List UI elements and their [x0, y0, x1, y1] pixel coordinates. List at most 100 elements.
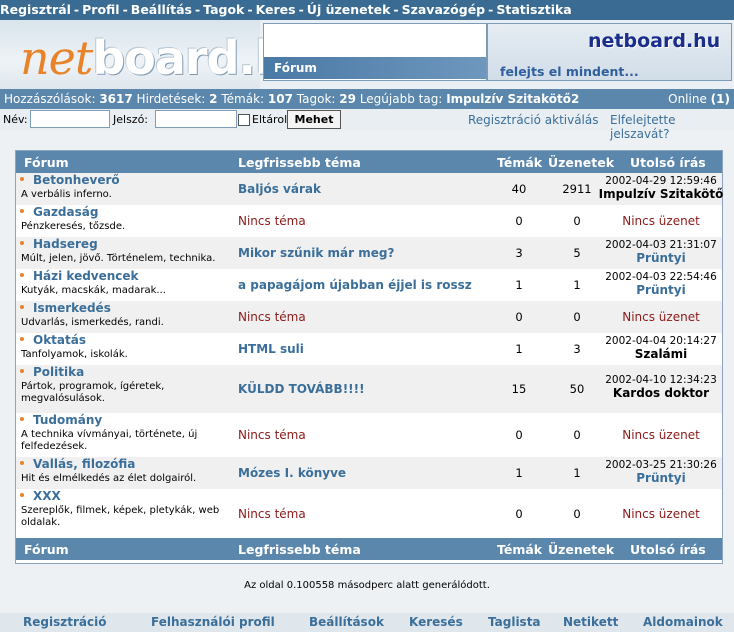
forum-name[interactable]: Házi kedvencek [33, 269, 139, 283]
no-message-text: Nincs üzenet [622, 310, 700, 324]
forum-description: Kutyák, macskák, madarak... [21, 285, 166, 296]
bullet-icon [20, 177, 24, 181]
forum-name[interactable]: Politika [33, 365, 84, 379]
bottom-nav-subdomains[interactable]: Aldomainok [643, 615, 723, 629]
password-input[interactable] [155, 110, 237, 128]
last-post-author[interactable]: Prüntyi [596, 251, 726, 265]
forum-description: Szereplők, filmek, képek, pletykák, web … [21, 505, 220, 528]
forum-description: Tanfolyamok, iskolák. [21, 349, 128, 360]
forum-description: Múlt, jelen, jövő. Történelem, technika. [21, 253, 216, 264]
forum-name[interactable]: Betonheverő [33, 173, 120, 187]
login-submit-button[interactable]: Mehet [287, 110, 341, 129]
last-post: 2002-04-03 21:31:07 Prüntyi [596, 239, 726, 265]
last-post-author[interactable]: Szalámi [596, 347, 726, 361]
last-post-author[interactable]: Prüntyi [596, 471, 726, 485]
header-messages: Üzenetek [548, 155, 615, 170]
last-post-author[interactable]: Prüntyi [596, 283, 726, 297]
header-forum: Fórum [24, 155, 69, 170]
logo-net: net [20, 31, 93, 85]
latest-topic[interactable]: a papagájom újabban éjjel is rossz [238, 278, 472, 292]
latest-topic: Nincs téma [238, 310, 306, 324]
bullet-icon [20, 305, 24, 309]
nav-new-messages[interactable]: Új üzenetek [307, 0, 391, 20]
nav-profile[interactable]: Profil [82, 0, 119, 20]
topics-count: 107 [267, 92, 293, 106]
last-post: 2002-04-04 20:14:27 Szalámi [596, 335, 726, 361]
topic-count: 40 [511, 182, 527, 196]
message-count: 0 [573, 214, 581, 228]
activate-registration-link[interactable]: Regisztráció aktiválás [468, 113, 599, 127]
last-post: Nincs üzenet [596, 214, 726, 228]
forum-description: Hit és elmélkedés az élet dolgairól. [21, 473, 197, 484]
top-navigation: Regisztrál - Profil - Beállítás - Tagok - Keres -… [0, 0, 734, 20]
brand-banner: netboard.hu felejts el mindent... [487, 23, 732, 81]
forum-label: Fórum [274, 61, 317, 75]
footer-header-topics: Témák [497, 542, 543, 557]
topic-count: 0 [515, 214, 523, 228]
forum-name[interactable]: Ismerkedés [33, 301, 111, 315]
online-label: Online [668, 92, 707, 106]
table-row: Vallás, filozófia Hit és elmélkedés az él… [16, 457, 722, 489]
header-topics: Témák [497, 155, 543, 170]
latest-topic[interactable]: Mikor szűnik már meg? [238, 246, 394, 260]
last-post: 2002-04-03 22:54:46 Prüntyi [596, 271, 726, 297]
latest-topic[interactable]: HTML suli [238, 342, 304, 356]
bullet-icon [20, 209, 24, 213]
latest-topic[interactable]: KÜLDD TOVÁBB!!!! [238, 382, 365, 396]
bottom-nav-member-list[interactable]: Taglista [488, 615, 541, 629]
forum-name[interactable]: Hadsereg [33, 237, 98, 251]
login-bar: Név: Jelszó: Eltárol Mehet Regisztráció … [0, 109, 734, 141]
nav-polls[interactable]: Szavazógép [402, 0, 486, 20]
name-input[interactable] [30, 110, 110, 128]
bottom-nav-settings[interactable]: Beállítások [309, 615, 384, 629]
message-count: 1 [573, 278, 581, 292]
nav-members[interactable]: Tagok [203, 0, 244, 20]
topic-count: 1 [515, 342, 523, 356]
message-count: 0 [573, 428, 581, 442]
nav-search[interactable]: Keres [256, 0, 296, 20]
last-post-author[interactable]: Impulzív Szitakötő [596, 187, 726, 201]
forum-description: Pártok, programok, ígéretek, megvalósulá… [21, 381, 165, 404]
bottom-nav-search[interactable]: Keresés [409, 615, 463, 629]
nav-settings[interactable]: Beállítás [131, 0, 192, 20]
header-latest-topic: Legfrissebb téma [238, 155, 361, 170]
topic-count: 1 [515, 466, 523, 480]
nav-statistics[interactable]: Statisztika [496, 0, 571, 20]
message-count: 5 [573, 246, 581, 260]
bottom-nav-netiquette[interactable]: Netikett [563, 615, 618, 629]
forum-name[interactable]: Oktatás [33, 333, 86, 347]
no-message-text: Nincs üzenet [622, 507, 700, 521]
forum-name[interactable]: Vallás, filozófia [33, 457, 135, 471]
table-row: XXX Szereplők, filmek, képek, pletykák, w… [16, 489, 722, 538]
table-row: Gazdaság Pénzkeresés, tőzsde. Nincs téma 0 0… [16, 205, 722, 237]
footer-header-messages: Üzenetek [548, 542, 615, 557]
forum-name[interactable]: Tudomány [33, 413, 102, 427]
bottom-nav-user-profile[interactable]: Felhasználói profil [151, 615, 275, 629]
remember-label: Eltárol [252, 113, 288, 126]
stats-summary: Hozzászólások: 3617 Hirdetések: 2 Témák:… [4, 89, 579, 109]
forgot-password-link[interactable]: Elfelejtette jelszavát? [610, 113, 734, 141]
stats-bar: Hozzászólások: 3617 Hirdetések: 2 Témák:… [0, 89, 734, 109]
newest-member[interactable]: Impulzív Szitakötő2 [446, 92, 579, 106]
table-row: Politika Pártok, programok, ígéretek, meg… [16, 365, 722, 413]
last-post-author[interactable]: Kardos doktor [596, 386, 726, 400]
bottom-nav-register[interactable]: Regisztráció [23, 615, 106, 629]
forum-description: A verbális inferno. [21, 189, 112, 200]
latest-topic[interactable]: Mózes I. könyve [238, 466, 346, 480]
nav-register[interactable]: Regisztrál [0, 0, 71, 20]
latest-topic: Nincs téma [238, 507, 306, 521]
forum-name[interactable]: Gazdaság [33, 205, 98, 219]
message-count: 0 [573, 310, 581, 324]
forum-description: Udvarlás, ismerkedés, randi. [21, 317, 164, 328]
last-post: Nincs üzenet [596, 428, 726, 442]
bullet-icon [20, 461, 24, 465]
latest-topic[interactable]: Baljós várak [238, 182, 321, 196]
message-count: 1 [573, 466, 581, 480]
table-header: Fórum Legfrissebb téma Témák Üzenetek Ut… [16, 151, 722, 173]
remember-checkbox[interactable] [238, 114, 250, 126]
bullet-icon [20, 273, 24, 277]
footer-header-last-post: Utolsó írás [630, 542, 706, 557]
topic-count: 0 [515, 310, 523, 324]
topic-count: 0 [515, 507, 523, 521]
forum-name[interactable]: XXX [33, 489, 61, 503]
